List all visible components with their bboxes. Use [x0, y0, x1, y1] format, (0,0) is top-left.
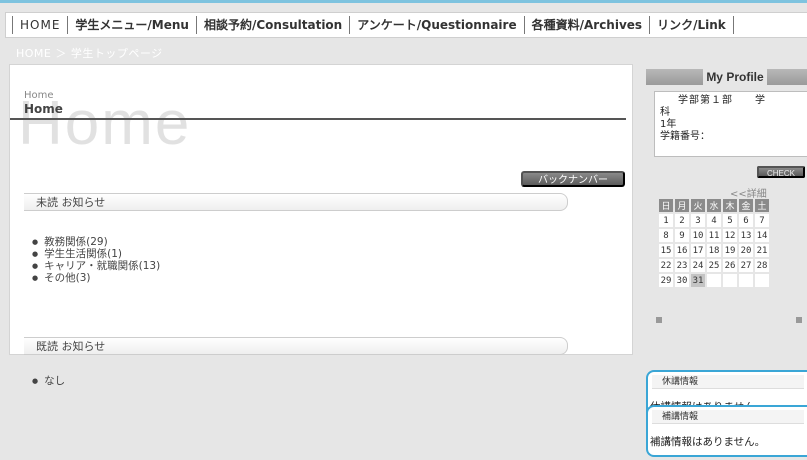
calendar-week-row: 22 23 24 25 26 27 28: [659, 259, 769, 272]
day-cell[interactable]: 30: [675, 274, 689, 287]
unread-notices-header: 未読 お知らせ: [24, 193, 568, 211]
day-cell[interactable]: 19: [723, 244, 737, 257]
day-cell[interactable]: 17: [691, 244, 705, 257]
main-panel: Home Home Home バックナンバー 未読 お知らせ 教務関係(29) …: [9, 64, 633, 387]
nav-item-link[interactable]: リンク/Link: [649, 16, 734, 34]
list-item[interactable]: 学生生活関係(1): [32, 248, 160, 260]
day-cell[interactable]: 20: [739, 244, 753, 257]
day-cell[interactable]: 15: [659, 244, 673, 257]
list-item[interactable]: 教務関係(29): [32, 236, 160, 248]
profile-faculty: 学部第１部 学: [678, 95, 766, 106]
makeup-classes-body: 補講情報はありません。: [650, 436, 766, 448]
breadcrumb: HOME ＞ 学生トップページ: [16, 47, 163, 60]
day-cell[interactable]: 7: [755, 214, 769, 227]
day-cell[interactable]: 8: [659, 229, 673, 242]
calendar-week-row: 8 9 10 11 12 13 14: [659, 229, 769, 242]
day-cell[interactable]: 29: [659, 274, 673, 287]
profile-year: 1年: [660, 119, 677, 130]
weekday-cell: 土: [755, 199, 769, 212]
weekday-cell: 水: [707, 199, 721, 212]
day-cell[interactable]: 28: [755, 259, 769, 272]
day-cell[interactable]: 11: [707, 229, 721, 242]
weekday-cell: 日: [659, 199, 673, 212]
calendar-next-icon[interactable]: [796, 317, 802, 323]
day-cell[interactable]: 26: [723, 259, 737, 272]
global-nav: HOME 学生メニュー/Menu 相談予約/Consultation アンケート…: [5, 12, 807, 38]
day-cell[interactable]: 13: [739, 229, 753, 242]
unread-notices-list: 教務関係(29) 学生生活関係(1) キャリア・就職関係(13) その他(3): [32, 236, 160, 284]
nav-item-questionnaire[interactable]: アンケート/Questionnaire: [349, 16, 523, 34]
profile-title: My Profile: [703, 67, 767, 87]
nav-item-home[interactable]: HOME: [12, 16, 67, 34]
weekday-cell: 月: [675, 199, 689, 212]
day-cell-today[interactable]: 31: [691, 274, 705, 287]
page-title: Home: [24, 102, 63, 116]
day-cell-empty: [723, 274, 737, 287]
day-cell[interactable]: 9: [675, 229, 689, 242]
day-cell[interactable]: 27: [739, 259, 753, 272]
calendar-week-row: 1 2 3 4 5 6 7: [659, 214, 769, 227]
calendar: 日 月 火 水 木 金 土 1 2 3 4 5 6 7 8 9 10 11 12…: [657, 197, 771, 289]
day-cell-empty: [707, 274, 721, 287]
day-cell[interactable]: 2: [675, 214, 689, 227]
day-cell[interactable]: 18: [707, 244, 721, 257]
day-cell[interactable]: 10: [691, 229, 705, 242]
day-cell[interactable]: 4: [707, 214, 721, 227]
calendar-week-row: 15 16 17 18 19 20 21: [659, 244, 769, 257]
nav-item-archives[interactable]: 各種資料/Archives: [523, 16, 649, 34]
read-notices-header: 既読 お知らせ: [24, 337, 568, 355]
calendar-week-row: 29 30 31: [659, 274, 769, 287]
top-accent-line: [0, 0, 807, 3]
check-button[interactable]: CHECK: [757, 166, 805, 178]
day-cell[interactable]: 14: [755, 229, 769, 242]
profile-student-id: 学籍番号：: [660, 131, 710, 142]
read-notices-list: なし: [32, 375, 65, 387]
calendar-prev-icon[interactable]: [656, 317, 662, 323]
day-cell[interactable]: 6: [739, 214, 753, 227]
day-cell-empty: [755, 274, 769, 287]
nav-item-menu[interactable]: 学生メニュー/Menu: [67, 16, 196, 34]
list-item[interactable]: キャリア・就職関係(13): [32, 260, 160, 272]
weekday-cell: 木: [723, 199, 737, 212]
cancelled-classes-title: 休講情報: [652, 375, 804, 389]
makeup-classes-title: 補講情報: [652, 410, 804, 424]
home-small-label: Home: [24, 90, 54, 101]
day-cell[interactable]: 12: [723, 229, 737, 242]
day-cell[interactable]: 25: [707, 259, 721, 272]
profile-box: 学部第１部 学 科 1年 学籍番号：: [654, 91, 807, 157]
day-cell-empty: [739, 274, 753, 287]
list-item: なし: [32, 375, 65, 387]
day-cell[interactable]: 16: [675, 244, 689, 257]
makeup-classes-panel: 補講情報 補講情報はありません。: [646, 405, 807, 457]
day-cell[interactable]: 22: [659, 259, 673, 272]
day-cell[interactable]: 24: [691, 259, 705, 272]
weekday-cell: 金: [739, 199, 753, 212]
day-cell[interactable]: 21: [755, 244, 769, 257]
nav-item-consultation[interactable]: 相談予約/Consultation: [195, 16, 349, 34]
title-divider: [10, 118, 626, 120]
day-cell[interactable]: 3: [691, 214, 705, 227]
day-cell[interactable]: 5: [723, 214, 737, 227]
list-item[interactable]: その他(3): [32, 272, 160, 284]
weekday-cell: 火: [691, 199, 705, 212]
day-cell[interactable]: 23: [675, 259, 689, 272]
day-cell[interactable]: 1: [659, 214, 673, 227]
calendar-weekday-row: 日 月 火 水 木 金 土: [659, 199, 769, 212]
back-number-button[interactable]: バックナンバー: [521, 171, 625, 187]
profile-department: 科: [660, 107, 670, 118]
